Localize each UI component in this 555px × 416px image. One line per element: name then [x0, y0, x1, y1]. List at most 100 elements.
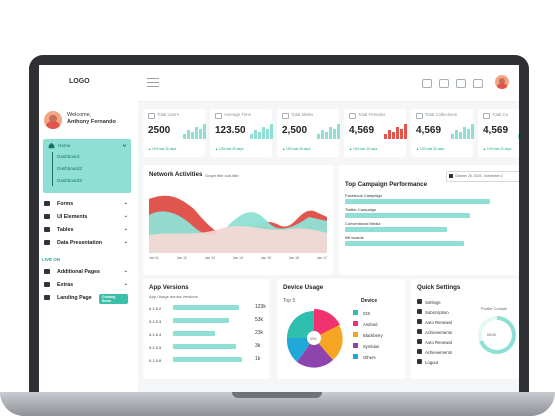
quick-settings-item[interactable]: Achievements	[425, 330, 452, 335]
legend-swatch	[353, 354, 358, 359]
stat-bar	[337, 124, 340, 139]
stat-bar	[195, 127, 198, 139]
stat-card[interactable]: Total Females 4,569 ▲ 15% last 30 days	[344, 109, 407, 157]
x-tick: Jan 14	[232, 256, 243, 260]
x-tick: Jan 13	[204, 256, 215, 260]
sidebar-item-landing-page[interactable]: Landing Page Coming Soon	[44, 294, 128, 304]
stat-card[interactable]: Total Co 4,569 ▲ 15% last 30 days	[478, 109, 519, 157]
quick-settings-title: Quick Settings	[417, 284, 461, 291]
network-activities-card: Network Activities Graph title sub-title…	[143, 165, 333, 275]
stat-bars	[518, 123, 519, 139]
stat-foot: ▲ 15% last 30 days	[148, 147, 177, 151]
campaign-bar	[345, 241, 464, 246]
sidebar-item-additional-pages[interactable]: Additional Pages ⌄	[44, 268, 128, 276]
quick-settings-item[interactable]: Auto Renewal	[425, 320, 452, 325]
eye-icon[interactable]	[456, 79, 466, 88]
x-tick: Jan 16	[288, 256, 299, 260]
campaign-card: Top Campaign Performance October 26, 201…	[339, 165, 519, 275]
user-name: Anthony Fernando	[67, 119, 116, 125]
stat-bar	[471, 124, 474, 139]
campaign-bar	[345, 227, 448, 232]
stat-foot: ▲ 15% last 30 days	[215, 147, 244, 151]
top-icons	[422, 79, 483, 88]
legend-swatch	[353, 321, 358, 326]
stat-bar	[203, 124, 206, 139]
stat-foot: ▲ 15% last 30 days	[416, 147, 445, 151]
app-versions-card: App Versions App Usage across versions 0…	[143, 279, 269, 379]
dashboard-screen: LOGO Welcome, Anthony Fernando Home Dash…	[39, 65, 519, 392]
table-icon	[44, 227, 50, 232]
chevron-down-icon: ⌄	[123, 213, 128, 219]
legend-label: IOS	[363, 310, 371, 316]
stat-title: Total Females	[358, 112, 386, 117]
stat-card[interactable]: Total Users 2500 ▲ 15% last 30 days	[143, 109, 206, 157]
stat-bar	[191, 132, 194, 139]
legend-label: Others	[363, 354, 376, 360]
legend-label: Blackberry	[363, 332, 383, 338]
quick-settings-card: Quick Settings Settings Subscription Auto …	[411, 279, 519, 379]
profile-progress-ring	[478, 316, 516, 354]
stat-bar	[455, 130, 458, 139]
sidebar-subitem-dashboard[interactable]: Dashboard	[57, 154, 79, 159]
sidebar-item-tables[interactable]: Tables ⌄	[44, 226, 128, 234]
stat-value: 2,500	[282, 125, 308, 136]
legend-label: Symbian	[363, 343, 380, 349]
bell-icon[interactable]	[473, 79, 483, 88]
sidebar-subitem-dashboard3[interactable]: Dashboard3	[57, 178, 82, 183]
x-tick: Jan 12	[176, 256, 187, 260]
header-avatar[interactable]	[495, 75, 509, 89]
gear-icon	[417, 299, 422, 304]
stat-bar	[183, 134, 186, 139]
stat-card[interactable]: Total Males 2,500 ▲ 15% last 30 days	[277, 109, 340, 157]
hamburger-menu-icon[interactable]	[147, 78, 159, 87]
pages-icon	[44, 269, 50, 274]
pie-center-label: 40%	[310, 337, 317, 341]
quick-settings-item[interactable]: Auto Renewal	[425, 340, 452, 345]
sidebar-subitem-dashboard2[interactable]: Dashboard2	[57, 166, 82, 171]
quick-settings-item[interactable]: Settings	[425, 300, 441, 305]
network-subtitle: Graph title sub-title	[205, 172, 239, 178]
mail-icon[interactable]	[439, 79, 449, 88]
sidebar-item-home[interactable]: Home Dashboard Dashboard2 Dashboard3	[43, 139, 131, 193]
stat-bar	[467, 129, 470, 139]
stat-bars	[451, 123, 474, 139]
sidebar-item-data-presentation[interactable]: Data Presentation ⌄	[44, 239, 128, 247]
stat-title: Average Time	[224, 112, 252, 117]
app-version-bar	[173, 357, 243, 362]
stat-value: 4,569	[349, 125, 375, 136]
home-icon	[48, 142, 55, 149]
quick-settings-item[interactable]: Achievements	[425, 350, 452, 355]
stat-bars	[384, 123, 407, 139]
profile-value: 65/45	[487, 333, 496, 337]
app-version-value: 3k	[255, 343, 261, 349]
stat-card[interactable]: Average Time 123.50 ▲ 15% last 30 days	[210, 109, 273, 157]
stat-title: Total Users	[157, 112, 179, 117]
app-version-value: 23k	[255, 330, 264, 336]
date-range-text: October 26, 2015 - November 2	[455, 174, 503, 178]
sidebar-item-ui-elements[interactable]: UI Elements ⌄	[44, 213, 128, 221]
stat-foot: ▲ 15% last 30 days	[282, 147, 311, 151]
app-version-bar	[173, 331, 215, 336]
stat-bar	[321, 130, 324, 139]
app-versions-subtitle: App Usage across versions	[149, 294, 198, 299]
campaign-label: Facebook Campaign	[345, 193, 382, 198]
device-top-label: Top 5	[283, 298, 296, 304]
logo[interactable]: LOGO	[69, 78, 90, 85]
collection-icon	[483, 113, 490, 119]
coming-soon-badge: Coming Soon	[99, 294, 128, 304]
stat-card[interactable]: Total Collections 4,569 ▲ 15% last 30 da…	[411, 109, 474, 157]
nav-label: Forms	[57, 201, 74, 207]
device-title: Device Usage	[283, 284, 324, 291]
sidebar-item-forms[interactable]: Forms ⌄	[44, 200, 128, 208]
nav-label: UI Elements	[57, 214, 88, 220]
quick-settings-item[interactable]: Logout	[425, 360, 438, 365]
campaign-bar	[345, 213, 471, 218]
stat-bar	[266, 129, 269, 139]
monitor-icon[interactable]	[422, 79, 432, 88]
app-version-label: 0.1.5.2	[149, 306, 162, 311]
sidebar-item-extras[interactable]: Extras ⌄	[44, 281, 128, 289]
date-range-picker[interactable]: October 26, 2015 - November 2	[446, 171, 519, 182]
device-usage-card: Device Usage Top 5 Device 40% IOS Android…	[277, 279, 405, 379]
stat-value: 4,569	[483, 125, 509, 136]
quick-settings-item[interactable]: Subscription	[425, 310, 449, 315]
